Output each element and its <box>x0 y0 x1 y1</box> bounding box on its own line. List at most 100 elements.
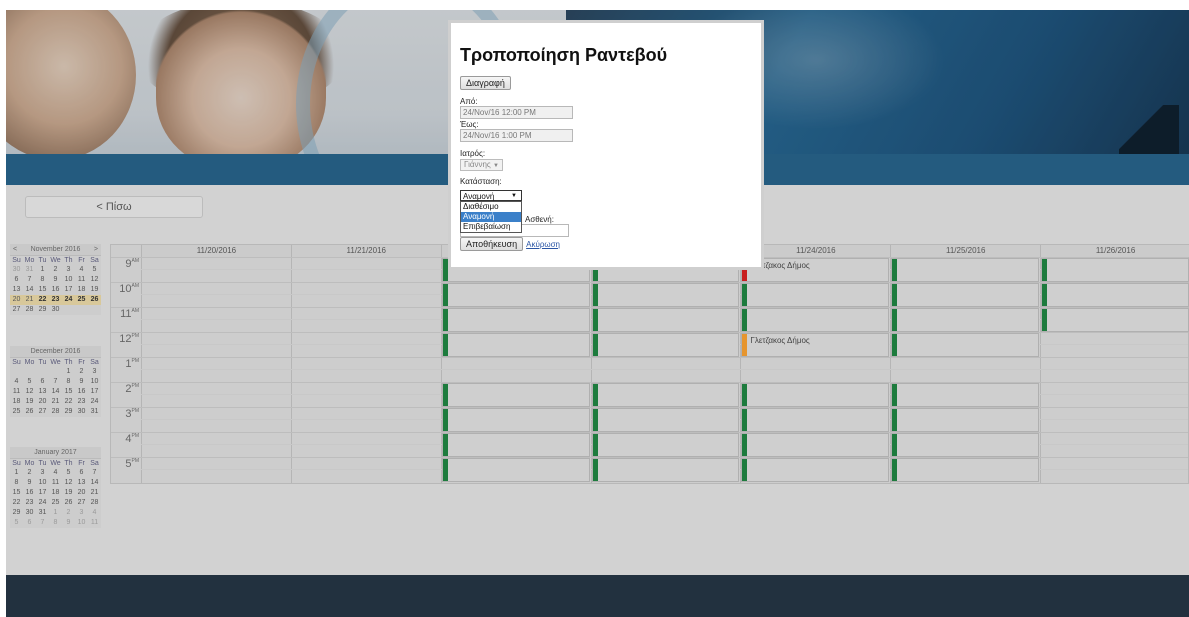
appointment-slot[interactable] <box>741 283 890 307</box>
mini-calendar-day[interactable]: 2 <box>23 468 36 478</box>
status-option[interactable]: Διαθέσιμο <box>461 202 521 212</box>
mini-calendar-day[interactable]: 19 <box>62 488 75 498</box>
appointment-slot[interactable] <box>441 458 590 482</box>
mini-calendar-day[interactable]: 16 <box>23 488 36 498</box>
mini-calendar-day[interactable]: 12 <box>23 387 36 397</box>
mini-calendar-day[interactable]: 3 <box>62 265 75 275</box>
mini-calendar-day[interactable]: 3 <box>75 508 88 518</box>
mini-calendar-day[interactable]: 30 <box>75 407 88 417</box>
mini-calendar-day[interactable]: 13 <box>10 285 23 295</box>
appointment-slot[interactable] <box>591 308 740 332</box>
mini-calendar-day[interactable]: 26 <box>88 295 101 305</box>
mini-calendar-day[interactable]: 9 <box>62 518 75 528</box>
mini-calendar-day[interactable]: 22 <box>36 295 49 305</box>
mini-calendar-day[interactable]: 19 <box>88 285 101 295</box>
mini-calendar-day[interactable]: 5 <box>10 518 23 528</box>
mini-calendar-day[interactable]: 9 <box>23 478 36 488</box>
mini-calendar-day[interactable]: 3 <box>88 367 101 377</box>
mini-calendar-day[interactable]: 25 <box>75 295 88 305</box>
appointment-slot[interactable] <box>891 308 1040 332</box>
mini-calendar-day[interactable]: 14 <box>23 285 36 295</box>
mini-calendar-day[interactable]: 4 <box>75 265 88 275</box>
mini-calendar-day[interactable]: 8 <box>10 478 23 488</box>
mini-calendar-day[interactable]: 30 <box>10 265 23 275</box>
cancel-link[interactable]: Ακύρωση <box>526 240 560 249</box>
next-month-button[interactable]: > <box>94 246 98 253</box>
appointment-slot[interactable] <box>441 308 590 332</box>
mini-calendar-day[interactable]: 22 <box>10 498 23 508</box>
appointment-slot[interactable] <box>441 383 590 407</box>
appointment-slot[interactable] <box>591 333 740 357</box>
mini-calendar-day[interactable]: 13 <box>75 478 88 488</box>
mini-calendar-day[interactable]: 11 <box>75 275 88 285</box>
mini-calendar-day[interactable]: 23 <box>49 295 62 305</box>
appointment-slot[interactable] <box>891 433 1040 457</box>
mini-calendar-day[interactable]: 20 <box>36 397 49 407</box>
mini-calendar-day[interactable]: 12 <box>88 275 101 285</box>
back-button[interactable]: < Πίσω <box>25 196 203 218</box>
mini-calendar-day[interactable]: 6 <box>75 468 88 478</box>
mini-calendar-day[interactable]: 25 <box>49 498 62 508</box>
appointment-slot[interactable] <box>741 383 890 407</box>
mini-calendar-day[interactable]: 21 <box>23 295 36 305</box>
appointment-slot[interactable] <box>591 433 740 457</box>
appointment-slot[interactable] <box>741 458 890 482</box>
mini-calendar-day[interactable]: 16 <box>49 285 62 295</box>
mini-calendar-day[interactable]: 18 <box>10 397 23 407</box>
mini-calendar-day[interactable]: 1 <box>62 367 75 377</box>
mini-calendar-day[interactable]: 29 <box>10 508 23 518</box>
mini-calendar-day[interactable]: 4 <box>88 508 101 518</box>
mini-calendar-day[interactable]: 23 <box>23 498 36 508</box>
mini-calendar-day[interactable]: 8 <box>36 275 49 285</box>
mini-calendar-day[interactable]: 27 <box>36 407 49 417</box>
mini-calendar-day[interactable]: 10 <box>88 377 101 387</box>
appointment-slot[interactable] <box>891 283 1040 307</box>
appointment-slot[interactable]: Γλετζακος Δήμος <box>741 333 890 357</box>
mini-calendar-day[interactable]: 27 <box>75 498 88 508</box>
mini-calendar-day[interactable]: 20 <box>10 295 23 305</box>
appointment-slot[interactable] <box>591 458 740 482</box>
mini-calendar-day[interactable]: 17 <box>62 285 75 295</box>
mini-calendar-day[interactable]: 21 <box>88 488 101 498</box>
mini-calendar-day[interactable]: 10 <box>62 275 75 285</box>
appointment-slot[interactable] <box>891 408 1040 432</box>
mini-calendar-day[interactable]: 30 <box>49 305 62 315</box>
mini-calendar-day[interactable]: 5 <box>62 468 75 478</box>
mini-calendar-day[interactable]: 5 <box>88 265 101 275</box>
mini-calendar-day[interactable]: 14 <box>49 387 62 397</box>
appointment-slot[interactable] <box>741 308 890 332</box>
appointment-slot[interactable] <box>441 283 590 307</box>
mini-calendar-day[interactable]: 17 <box>36 488 49 498</box>
appointment-slot[interactable] <box>441 433 590 457</box>
mini-calendar-day[interactable]: 7 <box>49 377 62 387</box>
mini-calendar-day[interactable]: 8 <box>49 518 62 528</box>
mini-calendar-day[interactable]: 4 <box>49 468 62 478</box>
mini-calendar-day[interactable]: 10 <box>36 478 49 488</box>
status-option[interactable]: Επιβεβαίωση <box>461 222 521 232</box>
mini-calendar-day[interactable]: 2 <box>62 508 75 518</box>
mini-calendar-day[interactable]: 22 <box>62 397 75 407</box>
mini-calendar-day[interactable]: 8 <box>62 377 75 387</box>
appointment-slot[interactable] <box>591 408 740 432</box>
mini-calendar-day[interactable]: 28 <box>49 407 62 417</box>
doctor-select[interactable]: Γιάννης ▼ <box>460 159 503 171</box>
mini-calendar-day[interactable]: 2 <box>49 265 62 275</box>
mini-calendar-day[interactable]: 31 <box>36 508 49 518</box>
appointment-slot[interactable]: Γλετζακος Δήμος <box>741 258 890 282</box>
mini-calendar-day[interactable]: 1 <box>49 508 62 518</box>
mini-calendar-day[interactable]: 18 <box>75 285 88 295</box>
mini-calendar-day[interactable]: 4 <box>10 377 23 387</box>
appointment-slot[interactable] <box>441 333 590 357</box>
mini-calendar-day[interactable]: 2 <box>75 367 88 377</box>
mini-calendar-day[interactable]: 16 <box>75 387 88 397</box>
from-input[interactable]: 24/Nov/16 12:00 PM <box>460 106 573 119</box>
appointment-slot[interactable] <box>1041 283 1189 307</box>
mini-calendar-day[interactable]: 10 <box>75 518 88 528</box>
mini-calendar-day[interactable]: 15 <box>62 387 75 397</box>
mini-calendar-day[interactable]: 30 <box>23 508 36 518</box>
mini-calendar-day[interactable]: 13 <box>36 387 49 397</box>
status-select[interactable]: Αναμονή ▼ <box>460 190 522 201</box>
mini-calendar-day[interactable]: 28 <box>23 305 36 315</box>
mini-calendar-day[interactable]: 20 <box>75 488 88 498</box>
mini-calendar-day[interactable]: 29 <box>36 305 49 315</box>
